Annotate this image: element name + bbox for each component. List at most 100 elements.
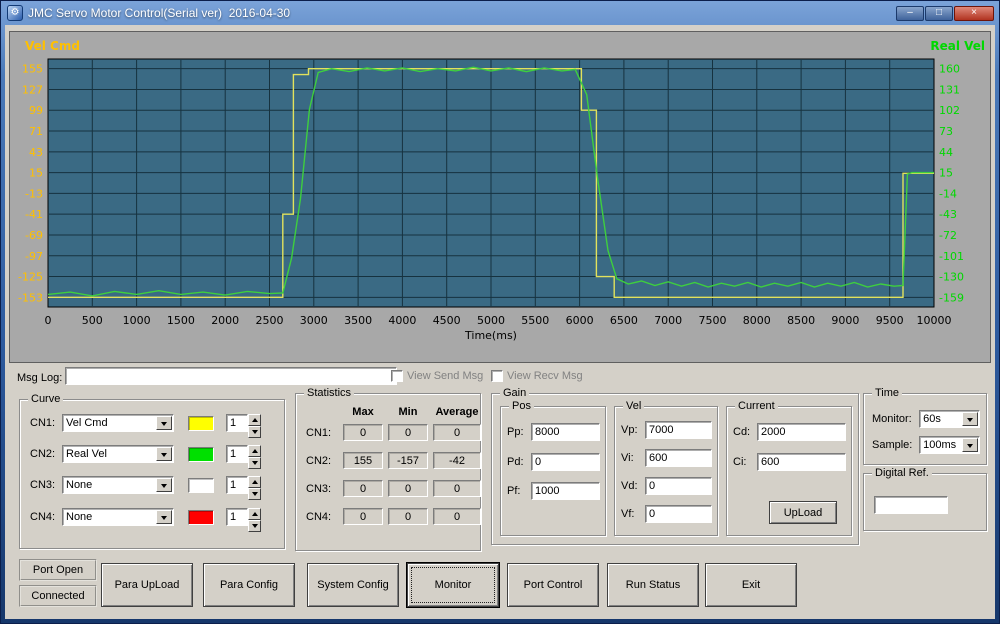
sample-select[interactable]: 100ms — [919, 436, 980, 454]
cn2-color-swatch[interactable] — [188, 446, 214, 462]
monitor-select[interactable]: 60s — [919, 410, 980, 428]
app-window: ⚙ JMC Servo Motor Control(Serial ver) 20… — [0, 0, 1000, 624]
svg-text:9000: 9000 — [831, 314, 859, 327]
cn3-width-spinner[interactable] — [226, 476, 262, 500]
cn2-width-input[interactable] — [226, 445, 248, 463]
chevron-down-icon[interactable] — [156, 478, 172, 492]
sample-value: 100ms — [923, 439, 957, 451]
cn4-width-input[interactable] — [226, 508, 248, 526]
msg-log-input[interactable] — [65, 367, 397, 385]
stat-cn4-label: CN4: — [306, 510, 332, 523]
spinner-up-icon[interactable] — [248, 508, 261, 520]
exit-button[interactable]: Exit — [705, 563, 797, 607]
connection-status-badge: Connected — [19, 585, 97, 607]
cn1-curve-value: Vel Cmd — [66, 417, 108, 429]
chevron-down-icon[interactable] — [962, 412, 978, 426]
titlebar[interactable]: ⚙ JMC Servo Motor Control(Serial ver) 20… — [3, 2, 997, 24]
stat-row-cn1: CN1: 0 0 0 — [306, 424, 481, 441]
maximize-button[interactable]: □ — [925, 5, 953, 21]
vel-gain-group: Vel Vp: Vi: Vd: Vf: — [614, 400, 718, 536]
monitor-button[interactable]: Monitor — [407, 563, 499, 607]
cd-input[interactable] — [757, 423, 846, 441]
cn2-width-spinner[interactable] — [226, 445, 262, 469]
vd-input[interactable] — [645, 477, 712, 495]
stat-row-cn3: CN3: 0 0 0 — [306, 480, 481, 497]
close-button[interactable]: × — [954, 5, 994, 21]
cd-field-row: Cd: — [733, 423, 846, 441]
spinner-up-icon[interactable] — [248, 414, 261, 426]
cn4-width-spinner[interactable] — [226, 508, 262, 532]
svg-text:-159: -159 — [939, 291, 964, 304]
cn1-width-spinner[interactable] — [226, 414, 262, 438]
view-recv-msg-row: View Recv Msg — [491, 370, 583, 382]
pp-input[interactable] — [531, 423, 600, 441]
spinner-down-icon[interactable] — [248, 426, 261, 438]
vf-input[interactable] — [645, 505, 712, 523]
cn4-color-swatch[interactable] — [188, 509, 214, 525]
svg-text:-14: -14 — [939, 187, 957, 200]
chevron-down-icon[interactable] — [156, 416, 172, 430]
cn1-width-input[interactable] — [226, 414, 248, 432]
cn4-curve-select[interactable]: None — [62, 508, 174, 526]
spinner-down-icon[interactable] — [248, 520, 261, 532]
cn3-curve-value: None — [66, 479, 93, 491]
cn2-curve-select[interactable]: Real Vel — [62, 445, 174, 463]
spinner-up-icon[interactable] — [248, 445, 261, 457]
svg-text:500: 500 — [82, 314, 103, 327]
para-upload-button[interactable]: Para UpLoad — [101, 563, 193, 607]
spinner-down-icon[interactable] — [248, 488, 261, 500]
upload-button[interactable]: UpLoad — [769, 501, 837, 524]
pf-field-row: Pf: — [507, 482, 600, 500]
ci-field-row: Ci: — [733, 453, 846, 471]
svg-text:127: 127 — [22, 83, 43, 96]
pd-label: Pd: — [507, 456, 524, 468]
cn3-color-swatch[interactable] — [188, 477, 214, 493]
vi-input[interactable] — [645, 449, 712, 467]
cn3-width-input[interactable] — [226, 476, 248, 494]
statistics-group-title: Statistics — [304, 387, 355, 399]
svg-text:8500: 8500 — [787, 314, 815, 327]
curve-row-cn4: CN4: None — [30, 508, 276, 532]
minimize-button[interactable]: – — [896, 5, 924, 21]
vd-label: Vd: — [621, 480, 638, 492]
vp-input[interactable] — [645, 421, 712, 439]
cn2-curve-value: Real Vel — [66, 448, 107, 460]
pd-input[interactable] — [531, 453, 600, 471]
digital-ref-input[interactable] — [874, 496, 948, 514]
gain-group: Gain Pos Pp: Pd: Pf: Vel — [491, 387, 859, 545]
cn3-curve-select[interactable]: None — [62, 476, 174, 494]
run-status-button[interactable]: Run Status — [607, 563, 699, 607]
view-send-msg-checkbox[interactable] — [391, 370, 403, 382]
system-config-button[interactable]: System Config — [307, 563, 399, 607]
spinner-up-icon[interactable] — [248, 476, 261, 488]
svg-text:-125: -125 — [18, 271, 43, 284]
cn1-curve-select[interactable]: Vel Cmd — [62, 414, 174, 432]
cn1-color-swatch[interactable] — [188, 415, 214, 431]
monitor-label: Monitor: — [872, 413, 912, 425]
digital-ref-group: Digital Ref. — [863, 467, 987, 531]
chevron-down-icon[interactable] — [962, 438, 978, 452]
time-group: Time Monitor: 60s Sample: 100ms — [863, 387, 987, 465]
view-recv-msg-label: View Recv Msg — [507, 370, 583, 382]
client-area: 155 160 127 131 99 102 71 73 43 44 15 15 -13 -14 -41 -4… — [5, 25, 995, 619]
chevron-down-icon[interactable] — [156, 510, 172, 524]
cd-label: Cd: — [733, 426, 751, 438]
port-control-button[interactable]: Port Control — [507, 563, 599, 607]
ci-input[interactable] — [757, 453, 846, 471]
view-recv-msg-checkbox[interactable] — [491, 370, 503, 382]
gain-group-title: Gain — [500, 387, 530, 399]
pf-input[interactable] — [531, 482, 600, 500]
stat-cn1-average: 0 — [433, 424, 481, 441]
svg-text:-153: -153 — [18, 291, 43, 304]
svg-text:4000: 4000 — [388, 314, 416, 327]
chevron-down-icon[interactable] — [156, 447, 172, 461]
stat-cn1-min: 0 — [388, 424, 428, 441]
monitor-row: Monitor: 60s — [872, 410, 980, 428]
spinner-down-icon[interactable] — [248, 457, 261, 469]
svg-text:Real Vel: Real Vel — [930, 39, 985, 53]
para-config-button[interactable]: Para Config — [203, 563, 295, 607]
current-gain-group: Current Cd: Ci: UpLoad — [726, 400, 852, 536]
port-open-button[interactable]: Port Open — [19, 559, 97, 581]
msg-log-label: Msg Log: — [17, 372, 63, 384]
view-send-msg-row: View Send Msg — [391, 370, 483, 382]
